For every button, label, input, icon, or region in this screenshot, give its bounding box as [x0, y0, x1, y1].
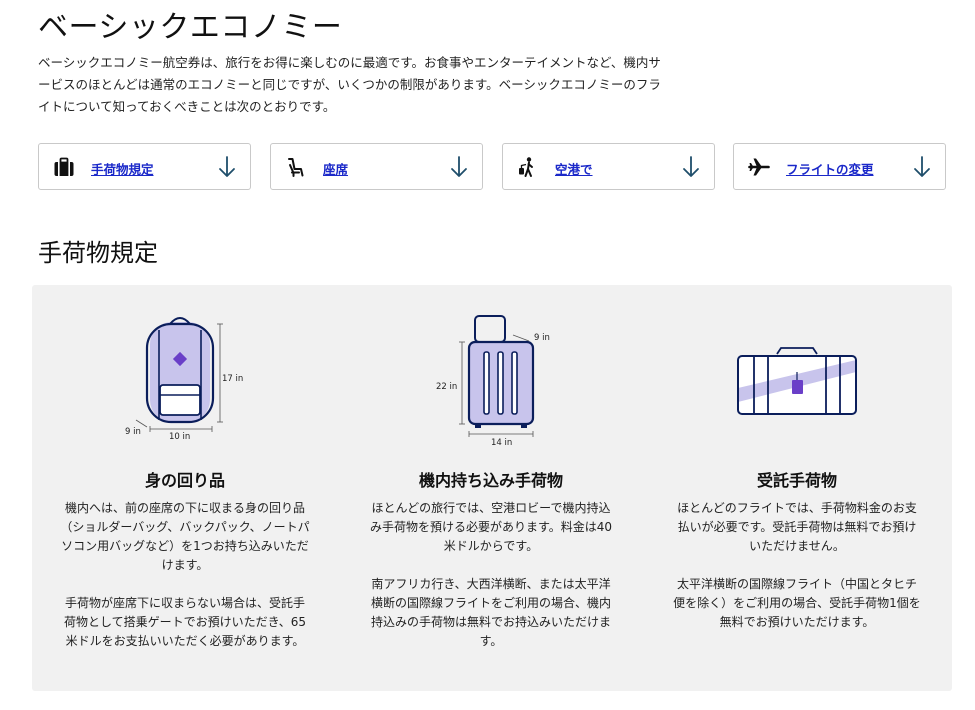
- arrow-down-icon: [683, 156, 699, 177]
- column-body: ほとんどの旅行では、空港ロビーで機内持込み手荷物を預ける必要があります。料金は4…: [366, 499, 616, 651]
- nav-card-baggage[interactable]: 手荷物規定: [38, 143, 251, 190]
- column-title: 身の回り品: [144, 471, 225, 490]
- section-title: 手荷物規定: [38, 239, 158, 267]
- column-body: 機内へは、前の座席の下に収まる身の回り品（ショルダーバッグ、バックパック、ノート…: [60, 499, 310, 651]
- traveler-icon: [519, 157, 533, 177]
- column-body: ほとんどのフライトでは、手荷物料金のお支払いが必要です。受託手荷物は無料でお預け…: [672, 499, 922, 632]
- arrow-down-icon: [219, 156, 235, 177]
- nav-card-flight-change[interactable]: フライトの変更: [733, 143, 946, 190]
- checked-bag-column: 受託手荷物 ほとんどのフライトでは、手荷物料金のお支払いが必要です。受託手荷物は…: [644, 285, 950, 691]
- nav-card-airport[interactable]: 空港で: [502, 143, 715, 190]
- backpack-illustration: 17 in 10 in 9 in: [125, 317, 243, 442]
- column-paragraph: 手荷物が座席下に収まらない場合は、受託手荷物として搭乗ゲートでお預けいただき、6…: [63, 596, 307, 648]
- nav-card-label[interactable]: 空港で: [555, 159, 593, 178]
- nav-card-label[interactable]: 手荷物規定: [91, 159, 154, 178]
- airplane-icon: [748, 158, 770, 176]
- intro-text: ベーシックエコノミー航空券は、旅行をお得に楽しむのに最適です。お食事やエンターテ…: [38, 55, 661, 114]
- suitcase-icon: [54, 157, 74, 176]
- nav-card-label[interactable]: 座席: [323, 159, 348, 178]
- column-title: 受託手荷物: [756, 471, 837, 490]
- carry-on-suitcase-illustration: 9 in 22 in 14 in: [436, 315, 550, 448]
- column-paragraph: ほとんどのフライトでは、手荷物料金のお支払いが必要です。受託手荷物は無料でお預け…: [677, 501, 917, 553]
- baggage-panel: 17 in 10 in 9 in 身の回り品 機内へは、前の座席の下に収まる身の…: [32, 285, 952, 691]
- column-title: 機内持ち込み手荷物: [418, 471, 563, 490]
- arrow-down-icon: [451, 156, 467, 177]
- dim-depth-label: 9 in: [534, 333, 550, 343]
- checked-bag-illustration: [737, 347, 857, 415]
- page-title: ベーシックエコノミー: [38, 10, 343, 45]
- dim-width-label: 10 in: [169, 432, 190, 442]
- column-paragraph: 南アフリカ行き、大西洋横断、または太平洋横断の国際線フライトをご利用の場合、機内…: [370, 577, 611, 648]
- dim-depth-label: 9 in: [125, 427, 141, 437]
- seat-icon: [288, 158, 304, 177]
- dim-width-label: 14 in: [491, 438, 512, 448]
- column-paragraph: ほとんどの旅行では、空港ロビーで機内持込み手荷物を預ける必要があります。料金は4…: [369, 501, 613, 553]
- nav-card-label[interactable]: フライトの変更: [786, 159, 874, 178]
- personal-item-column: 17 in 10 in 9 in 身の回り品 機内へは、前の座席の下に収まる身の…: [32, 285, 338, 691]
- dim-height-label: 17 in: [222, 374, 243, 384]
- column-paragraph: 太平洋横断の国際線フライト（中国とタヒチ便を除く）をご利用の場合、受託手荷物1個…: [673, 577, 921, 629]
- dim-height-label: 22 in: [436, 382, 457, 392]
- carry-on-column: 9 in 22 in 14 in 機内持ち込み手荷物 ほとんどの旅行では、空港ロ…: [338, 285, 644, 691]
- arrow-down-icon: [914, 156, 930, 177]
- nav-card-seats[interactable]: 座席: [270, 143, 483, 190]
- column-paragraph: 機内へは、前の座席の下に収まる身の回り品（ショルダーバッグ、バックパック、ノート…: [60, 501, 310, 572]
- quick-nav: 手荷物規定 座席 空港で フライトの変更: [38, 143, 946, 190]
